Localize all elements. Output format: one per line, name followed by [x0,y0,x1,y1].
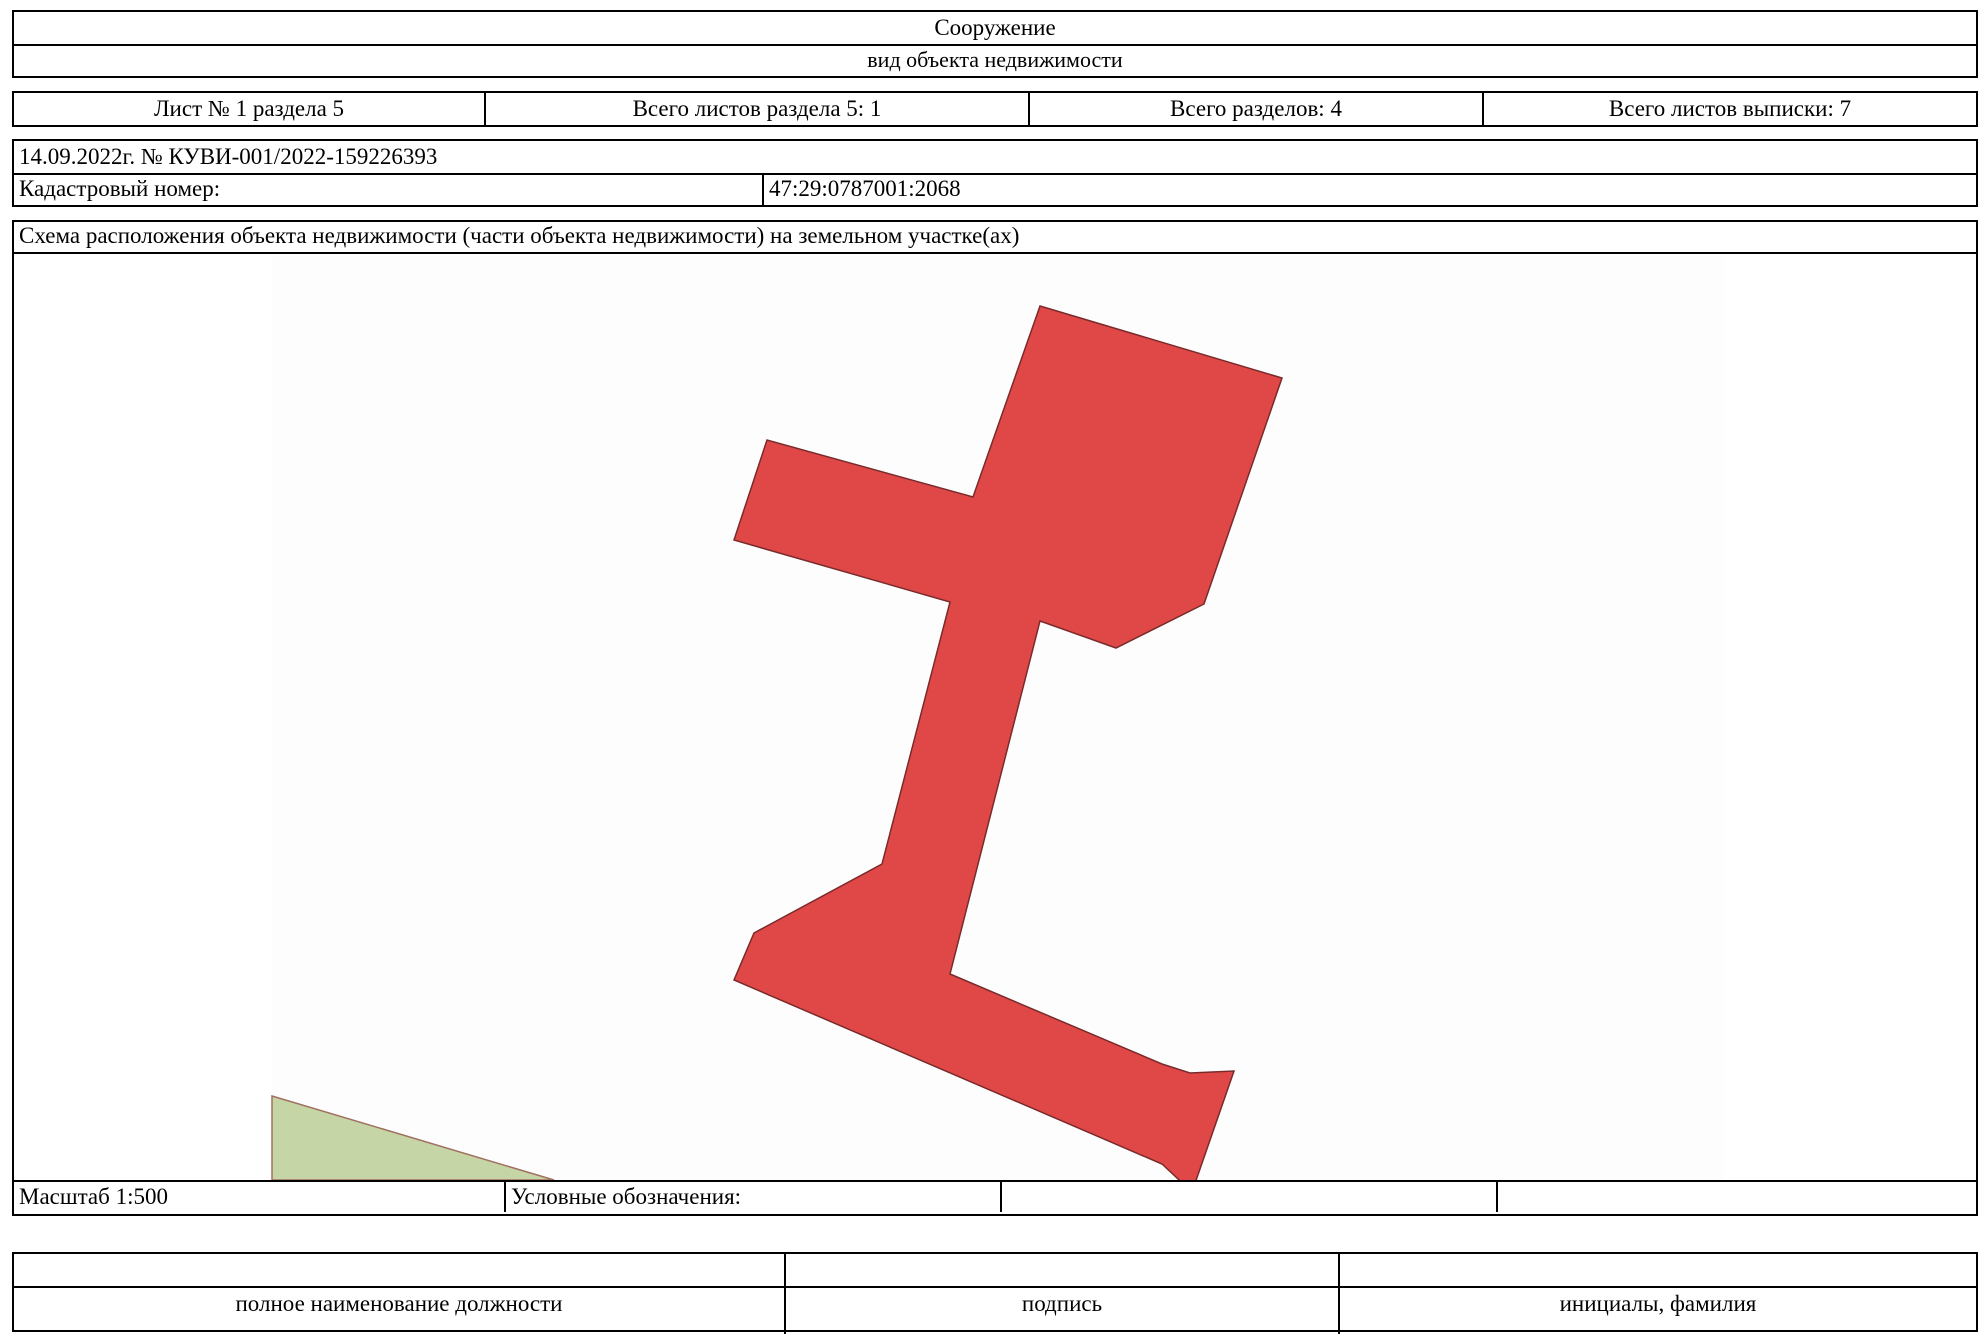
scheme-title: Схема расположения объекта недвижимости … [19,223,1020,248]
sheet-info-row: Лист № 1 раздела 5 Всего листов раздела … [12,91,1978,127]
signature-block: полное наименование должности подпись ин… [12,1252,1978,1334]
object-kind-value: Сооружение [934,15,1056,40]
total-sheets: Всего листов выписки: 7 [1608,96,1852,121]
object-kind-caption: вид объекта недвижимости [867,47,1123,72]
divider [1000,1180,1002,1212]
total-sections: Всего разделов: 4 [1170,96,1342,121]
position-caption: полное наименование должности [235,1291,563,1316]
scale-label: Масштаб 1:500 [19,1184,168,1209]
divider [14,252,1978,254]
divider [14,1180,1978,1182]
legend-label: Условные обозначения: [511,1184,742,1209]
location-scheme-map [14,256,1978,1180]
section-sheets-count: Всего листов раздела 5: 1 [632,96,882,121]
sheet-number: Лист № 1 раздела 5 [153,96,345,121]
signature-caption: подпись [1021,1291,1103,1316]
record-block: 14.09.2022г. № КУВИ-001/2022-159226393 К… [12,139,1978,207]
divider [1496,1180,1498,1212]
cadastral-number-value: 47:29:0787001:2068 [769,176,961,201]
divider [14,1286,1976,1288]
cadastral-number-label: Кадастровый номер: [19,176,221,201]
object-kind-block: Сооружение вид объекта недвижимости [12,10,1978,78]
extract-date-number: 14.09.2022г. № КУВИ-001/2022-159226393 [19,144,438,169]
scheme-drawing [271,256,1724,1180]
name-caption: инициалы, фамилия [1559,1291,1757,1316]
